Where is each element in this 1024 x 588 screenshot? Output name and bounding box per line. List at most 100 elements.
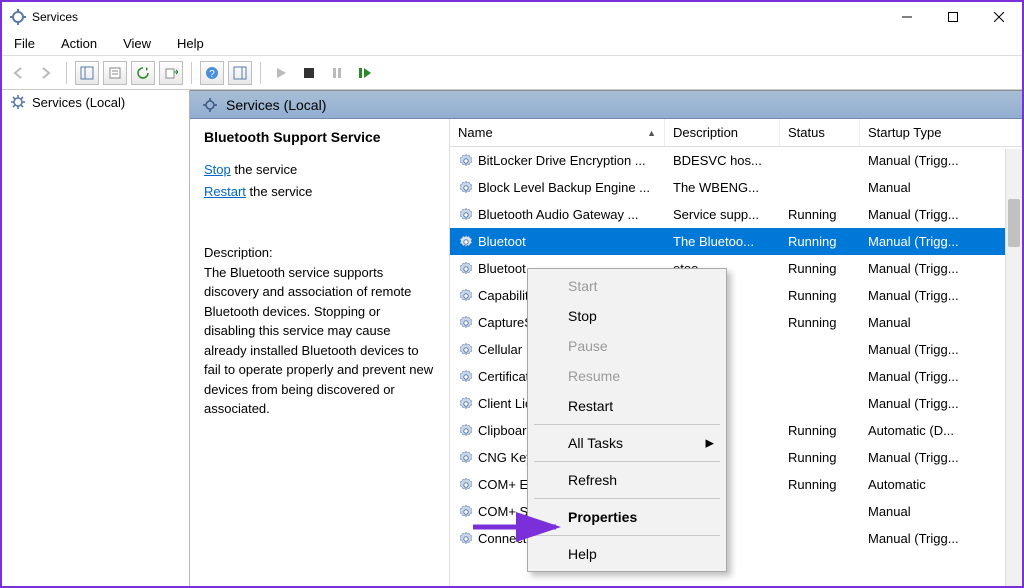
export-button[interactable] — [159, 61, 183, 85]
service-name: Capabilit — [478, 288, 529, 303]
service-startup: Automatic (D... — [860, 423, 1022, 438]
table-row[interactable]: BitLocker Drive Encryption ... BDESVC hos… — [450, 147, 1022, 174]
menu-file[interactable]: File — [10, 34, 39, 53]
col-name[interactable]: Name▲ — [450, 119, 665, 146]
cm-separator — [534, 498, 720, 499]
service-desc: BDESVC hos... — [665, 153, 780, 168]
restart-link[interactable]: Restart — [204, 184, 246, 199]
nav-services-local[interactable]: Services (Local) — [2, 90, 189, 114]
maximize-button[interactable] — [930, 2, 976, 32]
service-status: Running — [780, 207, 860, 222]
services-icon — [202, 97, 218, 113]
description-label: Description: — [204, 243, 435, 263]
menu-action[interactable]: Action — [57, 34, 101, 53]
cm-help[interactable]: Help — [530, 539, 724, 569]
nav-label: Services (Local) — [32, 95, 125, 110]
service-status: Running — [780, 261, 860, 276]
services-icon — [10, 94, 26, 110]
window-controls — [884, 2, 1022, 32]
col-description[interactable]: Description — [665, 119, 780, 146]
refresh-button[interactable] — [131, 61, 155, 85]
scrollbar[interactable] — [1005, 149, 1022, 586]
service-name: Bluetoot — [478, 234, 526, 249]
svg-text:?: ? — [209, 69, 215, 80]
service-name: CNG Key — [478, 450, 533, 465]
service-startup: Manual (Trigg... — [860, 342, 1022, 357]
service-startup: Manual (Trigg... — [860, 207, 1022, 222]
service-startup: Manual — [860, 504, 1022, 519]
cm-all-tasks[interactable]: All Tasks▶ — [530, 428, 724, 458]
stop-service-button[interactable] — [297, 61, 321, 85]
forward-button[interactable] — [34, 61, 58, 85]
service-startup: Manual — [860, 180, 1022, 195]
service-name: COM+ E — [478, 477, 528, 492]
close-button[interactable] — [976, 2, 1022, 32]
service-startup: Manual (Trigg... — [860, 288, 1022, 303]
stop-link[interactable]: Stop — [204, 162, 231, 177]
table-row[interactable]: Bluetooth Audio Gateway ... Service supp.… — [450, 201, 1022, 228]
service-status: Running — [780, 450, 860, 465]
annotation-arrow-icon — [468, 512, 568, 542]
cm-separator — [534, 424, 720, 425]
title-bar: Services — [2, 2, 1022, 32]
service-startup: Manual (Trigg... — [860, 450, 1022, 465]
sort-asc-icon: ▲ — [647, 128, 656, 138]
service-name: Bluetoot — [478, 261, 526, 276]
service-name: Clipboar — [478, 423, 526, 438]
minimize-button[interactable] — [884, 2, 930, 32]
table-row[interactable]: Bluetoot The Bluetoo...RunningManual (Tri… — [450, 228, 1022, 255]
detail-pane: Bluetooth Support Service Stop the servi… — [190, 119, 450, 586]
service-name: Bluetooth Audio Gateway ... — [478, 207, 638, 222]
table-row[interactable]: Block Level Backup Engine ... The WBENG..… — [450, 174, 1022, 201]
properties-button[interactable] — [103, 61, 127, 85]
service-startup: Manual (Trigg... — [860, 153, 1022, 168]
cm-resume: Resume — [530, 361, 724, 391]
service-desc: The Bluetoo... — [665, 234, 780, 249]
restart-suffix: the service — [246, 184, 312, 199]
service-name: Client Lic — [478, 396, 531, 411]
service-status: Running — [780, 288, 860, 303]
service-startup: Manual (Trigg... — [860, 261, 1022, 276]
toolbar: ? — [2, 56, 1022, 90]
window-title: Services — [32, 10, 884, 24]
restart-service-button[interactable] — [353, 61, 377, 85]
service-desc: The WBENG... — [665, 180, 780, 195]
service-startup: Manual (Trigg... — [860, 396, 1022, 411]
cm-refresh[interactable]: Refresh — [530, 465, 724, 495]
service-name: CaptureS — [478, 315, 533, 330]
cm-separator — [534, 461, 720, 462]
detail-title: Bluetooth Support Service — [204, 129, 435, 145]
content-header: Services (Local) — [190, 91, 1022, 119]
service-startup: Manual — [860, 315, 1022, 330]
menu-help[interactable]: Help — [173, 34, 208, 53]
service-status: Running — [780, 234, 860, 249]
col-startup[interactable]: Startup Type — [860, 119, 1022, 146]
scroll-thumb[interactable] — [1008, 199, 1020, 247]
show-hide-action-button[interactable] — [228, 61, 252, 85]
cm-stop[interactable]: Stop — [530, 301, 724, 331]
services-icon — [10, 9, 26, 25]
cm-restart[interactable]: Restart — [530, 391, 724, 421]
service-name: Cellular — [478, 342, 522, 357]
menu-bar: File Action View Help — [2, 32, 1022, 56]
service-desc: Service supp... — [665, 207, 780, 222]
menu-view[interactable]: View — [119, 34, 155, 53]
pause-service-button[interactable] — [325, 61, 349, 85]
column-headers: Name▲ Description Status Startup Type — [450, 119, 1022, 147]
service-name: Block Level Backup Engine ... — [478, 180, 650, 195]
service-startup: Manual (Trigg... — [860, 234, 1022, 249]
service-name: BitLocker Drive Encryption ... — [478, 153, 646, 168]
nav-tree: Services (Local) — [2, 90, 190, 586]
show-hide-tree-button[interactable] — [75, 61, 99, 85]
col-status[interactable]: Status — [780, 119, 860, 146]
service-status: Running — [780, 315, 860, 330]
service-name: Certificat — [478, 369, 529, 384]
service-startup: Automatic — [860, 477, 1022, 492]
service-status: Running — [780, 477, 860, 492]
start-service-button[interactable] — [269, 61, 293, 85]
cm-start: Start — [530, 271, 724, 301]
help-button[interactable]: ? — [200, 61, 224, 85]
back-button[interactable] — [6, 61, 30, 85]
service-status: Running — [780, 423, 860, 438]
submenu-arrow-icon: ▶ — [706, 437, 714, 450]
